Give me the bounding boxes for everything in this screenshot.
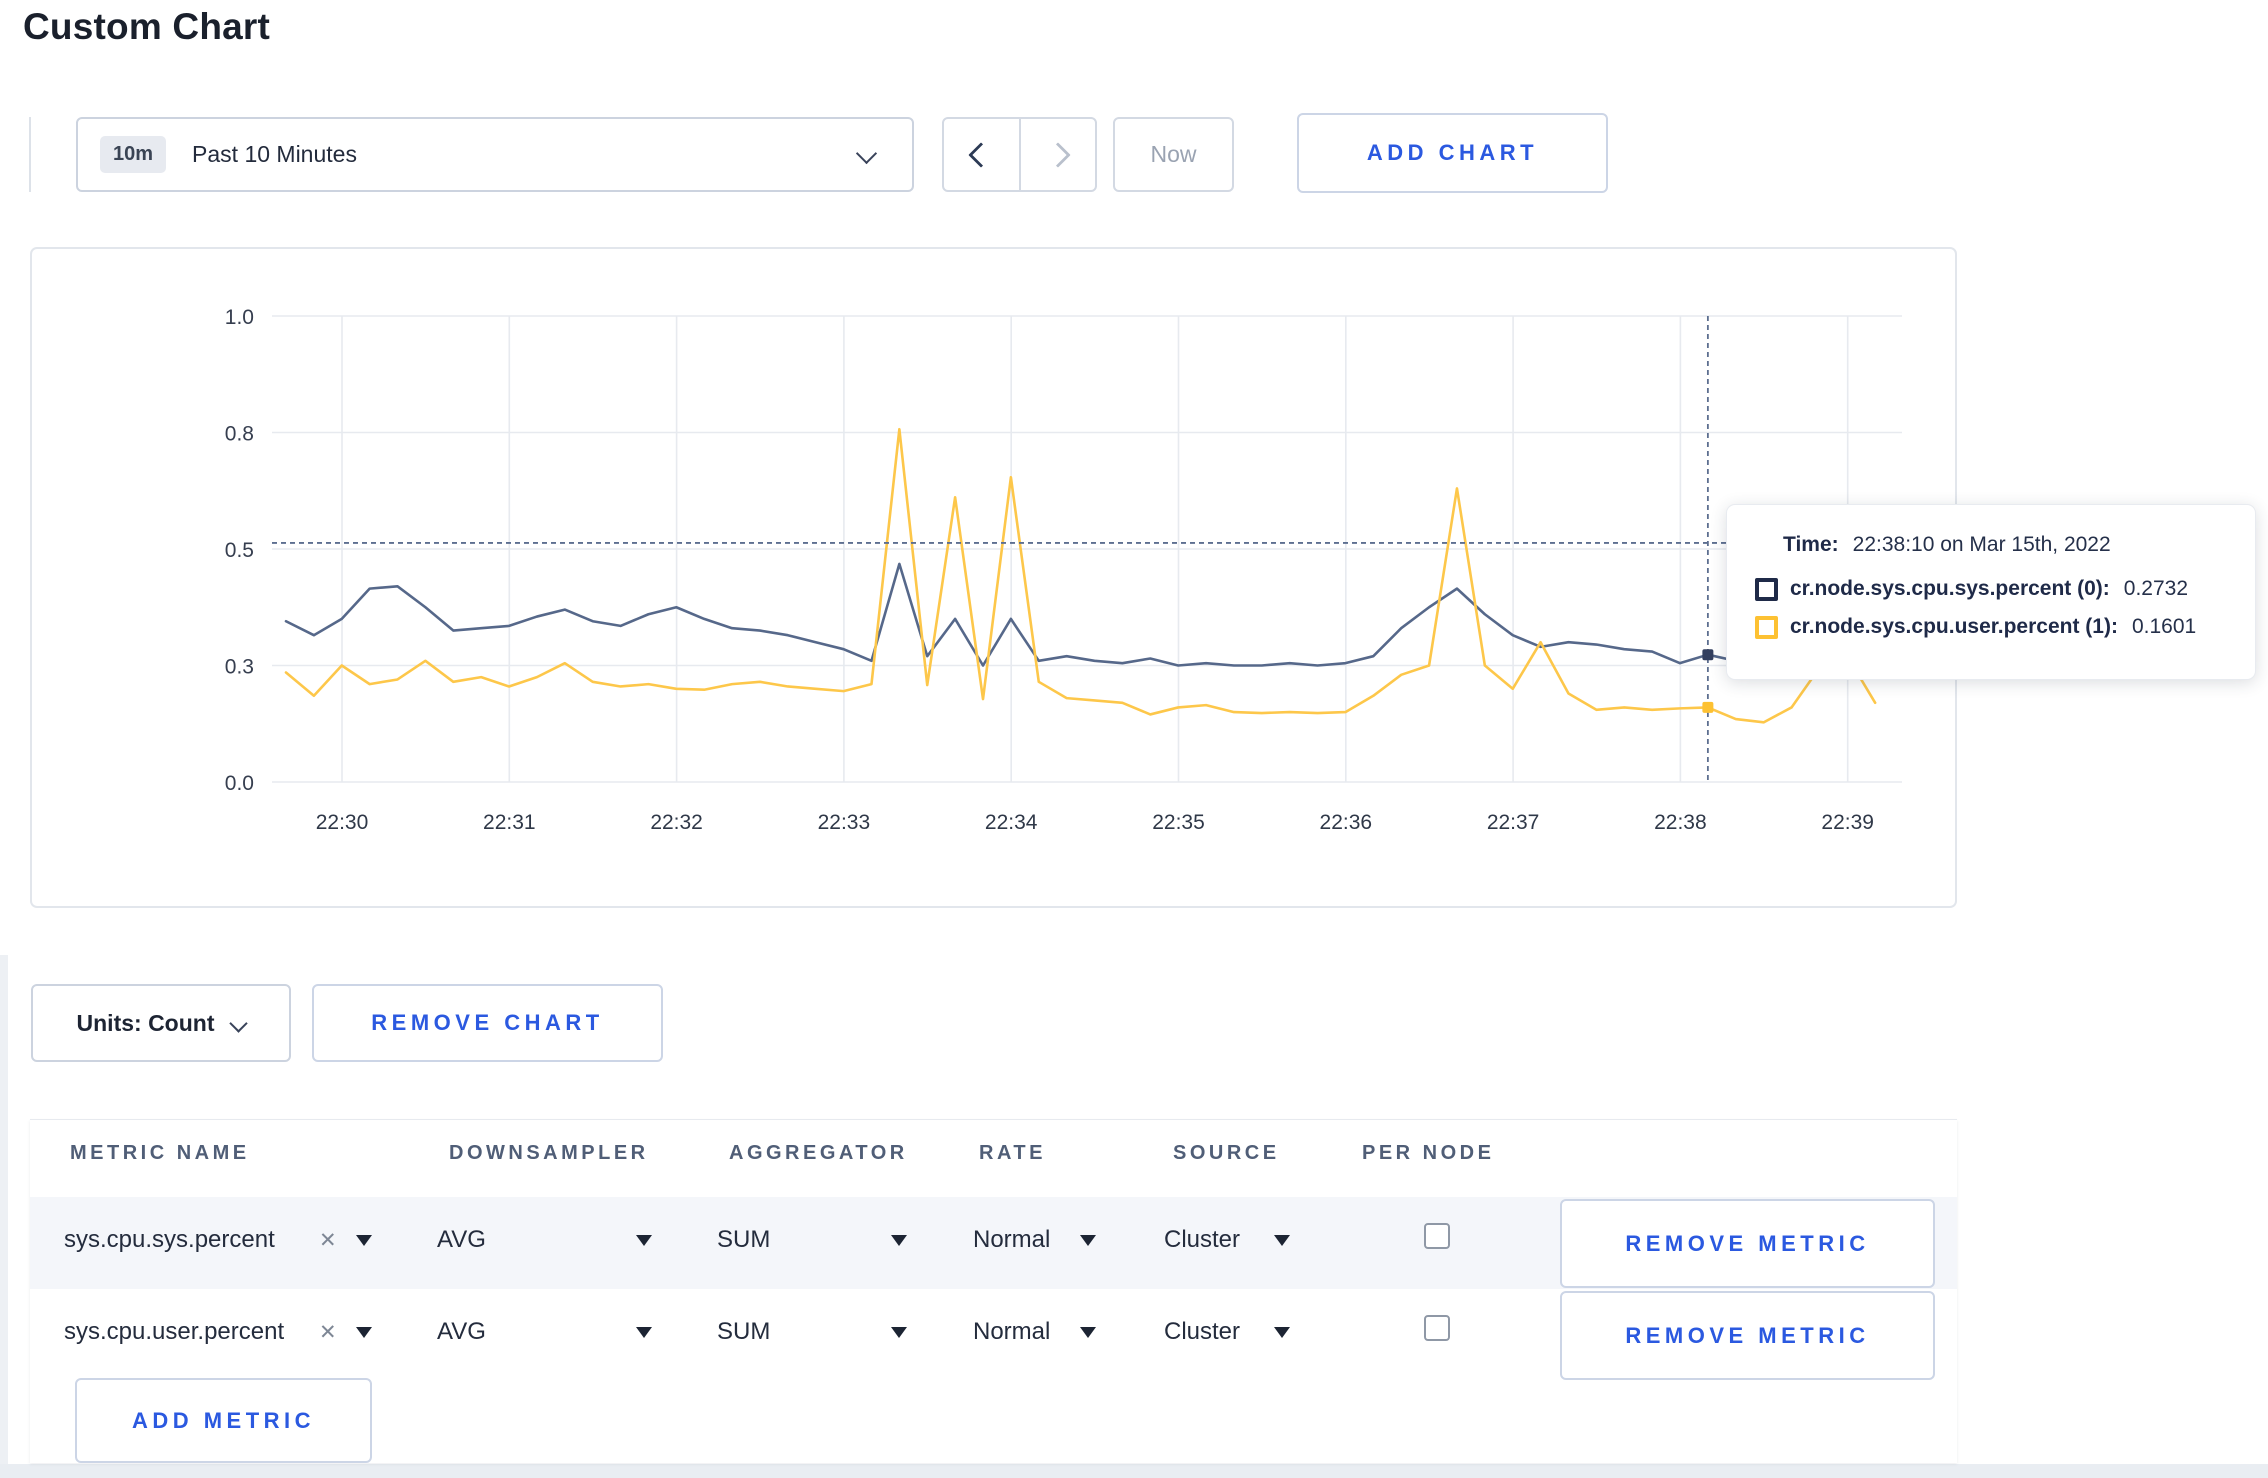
downsampler-caret-icon[interactable] [636,1235,652,1246]
chevron-down-icon [229,1013,249,1033]
tooltip-user-value: 0.1601 [2131,615,2197,638]
rate-caret-icon[interactable] [1080,1327,1096,1338]
page-left-gutter [0,955,8,1478]
custom-chart-page: Custom Chart 10m Past 10 Minutes Now ADD… [0,0,2268,1478]
clear-metric-icon[interactable]: ✕ [319,1320,337,1345]
rate-caret-icon[interactable] [1080,1235,1096,1246]
chart-tooltip: Time: 22:38:10 on Mar 15th, 2022 cr.node.… [1726,504,2256,680]
chart-card: 0.0 0.3 0.5 0.8 1.0 22:30 22:31 22:32 22:33 22:34… [30,247,1957,908]
svg-text:22:39: 22:39 [1821,811,1874,834]
time-range-dropdown[interactable]: 10m Past 10 Minutes [76,117,914,192]
header-per-node: PER NODE [1362,1142,1495,1164]
metric-name-select[interactable]: sys.cpu.user.percent [64,1318,284,1346]
per-node-checkbox[interactable] [1424,1223,1450,1249]
rate-select[interactable]: Normal [973,1318,1050,1346]
per-node-checkbox[interactable] [1424,1315,1450,1341]
chevron-right-icon [1045,141,1071,168]
svg-text:0.5: 0.5 [225,539,254,562]
svg-text:0.8: 0.8 [225,423,254,446]
metrics-table: METRIC NAME DOWNSAMPLER AGGREGATOR RATE … [30,1120,1957,1463]
time-pager [942,117,1097,192]
tooltip-user-label: cr.node.sys.cpu.user.percent (1): [1790,615,2118,638]
svg-text:22:32: 22:32 [650,811,703,834]
tooltip-time-row: Time: 22:38:10 on Mar 15th, 2022 [1783,533,2255,557]
add-metric-button[interactable]: ADD METRIC [75,1378,372,1463]
metric-caret-icon[interactable] [356,1235,372,1246]
svg-text:22:38: 22:38 [1654,811,1707,834]
aggregator-caret-icon[interactable] [891,1327,907,1338]
aggregator-caret-icon[interactable] [891,1235,907,1246]
clear-metric-icon[interactable]: ✕ [319,1228,337,1253]
header-downsampler: DOWNSAMPLER [449,1142,649,1164]
metric-name-select[interactable]: sys.cpu.sys.percent [64,1226,275,1254]
downsampler-select[interactable]: AVG [437,1226,486,1254]
header-rate: RATE [979,1142,1046,1164]
svg-text:22:36: 22:36 [1320,811,1373,834]
time-range-label: Past 10 Minutes [192,141,357,167]
svg-text:22:30: 22:30 [316,811,369,834]
header-metric-name: METRIC NAME [70,1142,250,1164]
tooltip-sys-value: 0.2732 [2123,577,2189,600]
remove-metric-button[interactable]: REMOVE METRIC [1560,1199,1935,1288]
source-caret-icon[interactable] [1274,1235,1290,1246]
downsampler-caret-icon[interactable] [636,1327,652,1338]
now-button[interactable]: Now [1113,117,1234,192]
remove-metric-button[interactable]: REMOVE METRIC [1560,1291,1935,1380]
svg-text:22:33: 22:33 [818,811,871,834]
tooltip-user-row: cr.node.sys.cpu.user.percent (1): 0.1601 [1755,615,2255,639]
svg-text:0.3: 0.3 [225,656,254,679]
page-bottom-gutter [0,1464,2268,1478]
aggregator-select[interactable]: SUM [717,1318,770,1346]
remove-chart-button[interactable]: REMOVE CHART [312,984,663,1062]
units-label: Units: Count [76,1009,215,1036]
sys-series-swatch [1755,577,1778,601]
rate-select[interactable]: Normal [973,1226,1050,1254]
header-source: SOURCE [1173,1142,1280,1164]
source-caret-icon[interactable] [1274,1327,1290,1338]
svg-text:1.0: 1.0 [225,306,254,329]
time-range-badge: 10m [100,136,167,173]
user-series-swatch [1755,615,1778,639]
chevron-down-icon [855,142,878,165]
svg-text:22:34: 22:34 [985,811,1038,834]
page-title: Custom Chart [23,6,271,47]
prev-interval-button[interactable] [944,119,1019,190]
metric-caret-icon[interactable] [356,1327,372,1338]
toolbar-divider [29,117,31,192]
next-interval-button[interactable] [1018,119,1096,190]
tooltip-sys-row: cr.node.sys.cpu.sys.percent (0): 0.2732 [1755,577,2255,601]
source-select[interactable]: Cluster [1164,1226,1240,1254]
aggregator-select[interactable]: SUM [717,1226,770,1254]
tooltip-time-value: 22:38:10 on Mar 15th, 2022 [1852,533,2111,556]
svg-text:22:37: 22:37 [1487,811,1540,834]
add-chart-button[interactable]: ADD CHART [1297,113,1608,193]
svg-text:22:35: 22:35 [1152,811,1205,834]
tooltip-time-label: Time: [1783,533,1839,556]
cpu-usage-chart[interactable]: 0.0 0.3 0.5 0.8 1.0 22:30 22:31 22:32 22:33 22:34… [32,249,1955,906]
downsampler-select[interactable]: AVG [437,1318,486,1346]
chevron-left-icon [968,141,994,168]
header-aggregator: AGGREGATOR [729,1142,908,1164]
source-select[interactable]: Cluster [1164,1318,1240,1346]
svg-text:0.0: 0.0 [225,772,254,795]
units-dropdown[interactable]: Units: Count [31,984,291,1062]
svg-text:22:31: 22:31 [483,811,536,834]
tooltip-sys-label: cr.node.sys.cpu.sys.percent (0): [1790,577,2110,600]
